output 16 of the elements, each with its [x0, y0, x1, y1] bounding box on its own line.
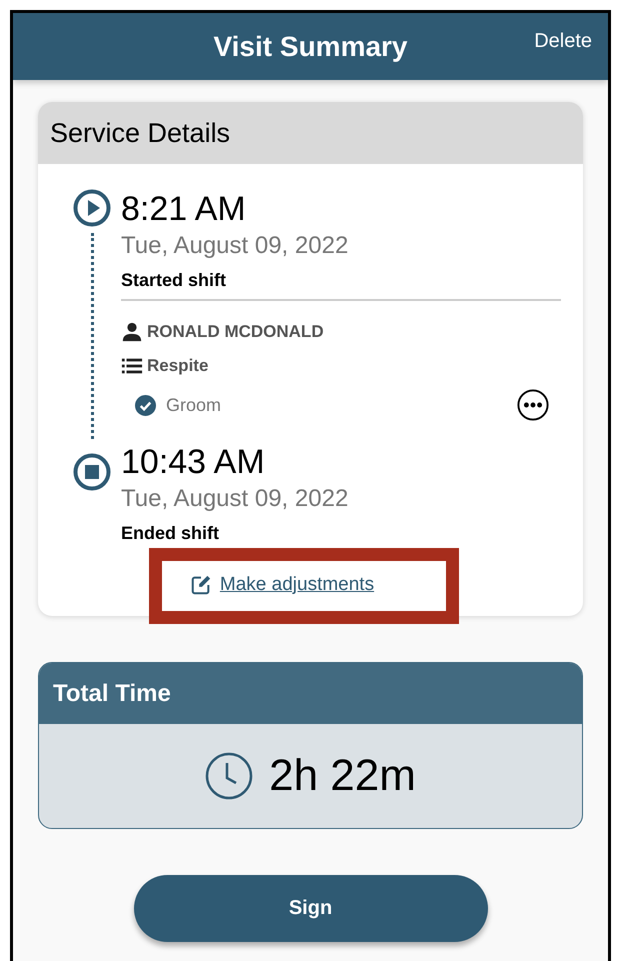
delete-link[interactable]: Delete [534, 30, 592, 53]
task-label: Groom [166, 394, 222, 416]
event-label: Started shift [121, 270, 228, 291]
total-duration: 2h 22m [269, 751, 416, 801]
event-date: Tue, August 09, 2022 [121, 232, 350, 260]
event-time: 8:21 AM [121, 189, 247, 230]
event-time: 10:43 AM [121, 442, 266, 483]
event-date: Tue, August 09, 2022 [121, 485, 350, 513]
screen-title: Visit Summary [213, 30, 408, 62]
service-name: Respite [147, 356, 208, 376]
sign-button[interactable]: Sign [134, 875, 488, 942]
make-adjustments-link[interactable]: Make adjustments [190, 574, 374, 596]
card-title: Service Details [50, 118, 230, 148]
client-name: RONALD MCDONALD [147, 322, 324, 342]
card-title: Total Time [53, 680, 171, 708]
event-label: Ended shift [121, 523, 220, 544]
